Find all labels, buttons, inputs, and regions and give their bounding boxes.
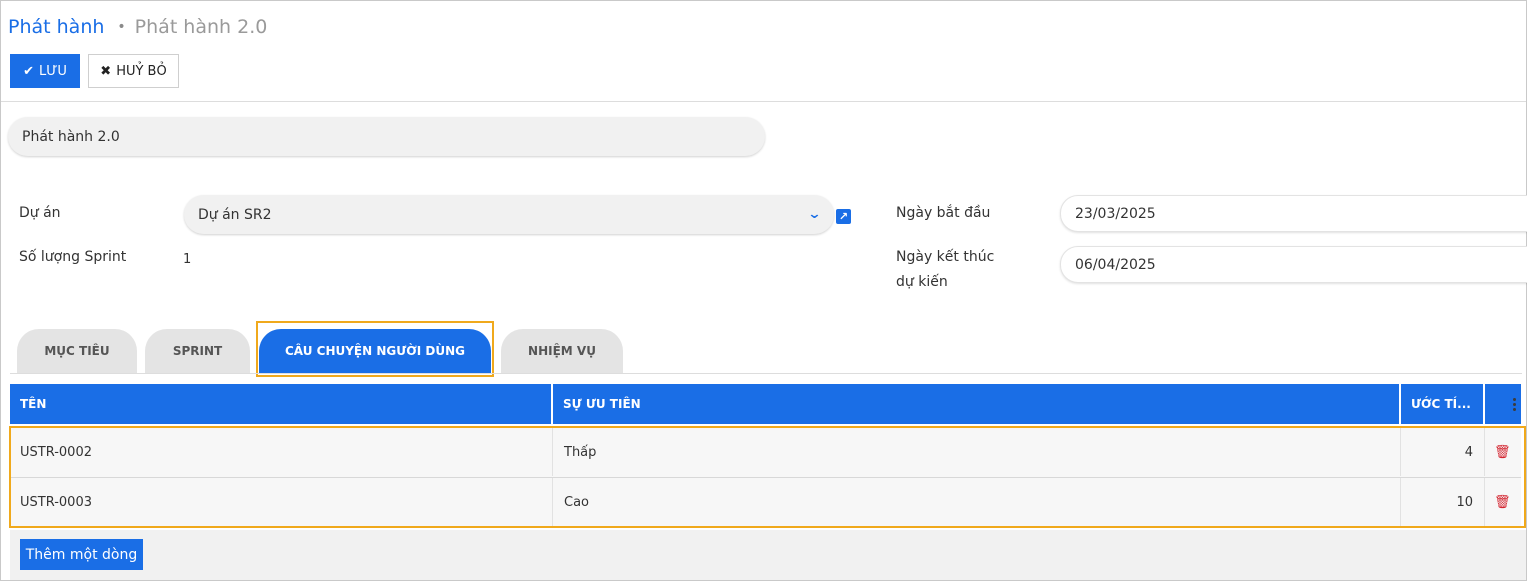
column-separator (1483, 384, 1485, 424)
column-header-estimate[interactable]: ƯỚC TÍ... (1401, 384, 1483, 424)
cell-separator (1400, 428, 1401, 476)
chevron-down-icon: ⌄ (807, 207, 822, 222)
tab-user-stories[interactable]: CÂU CHUYỆN NGƯỜI DÙNG (259, 329, 491, 373)
project-select[interactable]: Dự án SR2 ⌄ (184, 195, 834, 234)
tab-tasks[interactable]: NHIỆM VỤ (501, 329, 623, 373)
breadcrumb-current: Phát hành 2.0 (134, 16, 268, 38)
table-footer (10, 530, 1526, 580)
external-link-icon[interactable]: ↗ (836, 209, 851, 224)
sprint-count-label: Số lượng Sprint (19, 249, 127, 265)
end-date-input[interactable]: 06/04/2025 (1060, 246, 1527, 283)
column-header-name[interactable]: TÊN (10, 384, 551, 424)
row-name[interactable]: USTR-0002 (20, 428, 550, 476)
cancel-button-label: HUỶ BỎ (116, 63, 167, 79)
cell-separator (1484, 478, 1485, 526)
trash-icon[interactable]: 🗑 (1494, 445, 1511, 460)
tab-bar-divider (10, 373, 1522, 374)
table-row[interactable]: USTR-0002 Thấp 4 🗑 (10, 428, 1521, 476)
breadcrumb: Phát hành • Phát hành 2.0 (8, 16, 267, 38)
end-date-label-line2: dự kiến (896, 274, 948, 290)
column-options-icon[interactable] (1513, 398, 1517, 411)
tab-objectives[interactable]: MỤC TIÊU (17, 329, 137, 373)
project-select-value: Dự án SR2 (198, 206, 272, 223)
table-row[interactable]: USTR-0003 Cao 10 🗑 (10, 478, 1521, 526)
start-date-label: Ngày bắt đầu (896, 205, 991, 221)
row-estimate[interactable]: 10 (1402, 478, 1473, 526)
release-name-input[interactable]: Phát hành 2.0 (8, 117, 765, 156)
check-icon: ✔ (23, 63, 34, 79)
tab-sprint[interactable]: SPRINT (145, 329, 250, 373)
add-row-button[interactable]: Thêm một dòng (20, 539, 143, 570)
cell-separator (1484, 428, 1485, 476)
start-date-input[interactable]: 23/03/2025 (1060, 195, 1527, 232)
table-body: USTR-0002 Thấp 4 🗑 USTR-0003 Cao 10 🗑 (10, 428, 1521, 526)
cell-separator (552, 428, 553, 476)
end-date-label-line1: Ngày kết thúc (896, 249, 995, 265)
x-icon: ✖ (100, 63, 112, 79)
table-header: TÊN SỰ ƯU TIÊN ƯỚC TÍ... (10, 384, 1521, 424)
row-priority[interactable]: Thấp (564, 428, 1394, 476)
toolbar: ✔ LƯU ✖ HUỶ BỎ (10, 54, 179, 88)
header-divider (1, 101, 1526, 102)
breadcrumb-separator: • (117, 19, 126, 35)
trash-icon[interactable]: 🗑 (1494, 495, 1511, 510)
breadcrumb-root-link[interactable]: Phát hành (8, 16, 104, 38)
column-header-priority[interactable]: SỰ ƯU TIÊN (553, 384, 1399, 424)
row-name[interactable]: USTR-0003 (20, 478, 550, 526)
sprint-count-value: 1 (183, 252, 192, 267)
cancel-button[interactable]: ✖ HUỶ BỎ (88, 54, 179, 88)
cell-separator (1400, 478, 1401, 526)
project-label: Dự án (19, 205, 61, 221)
cell-separator (552, 478, 553, 526)
save-button[interactable]: ✔ LƯU (10, 54, 80, 88)
row-estimate[interactable]: 4 (1402, 428, 1473, 476)
save-button-label: LƯU (38, 63, 67, 79)
row-priority[interactable]: Cao (564, 478, 1394, 526)
